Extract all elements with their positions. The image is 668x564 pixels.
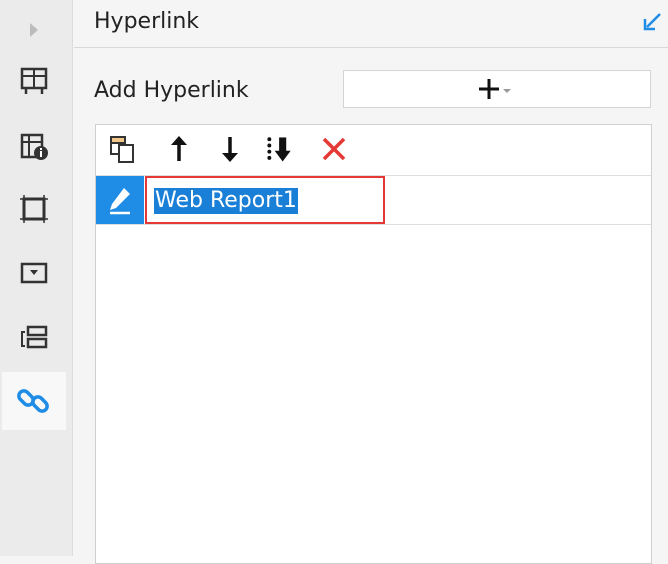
panel-header: Hyperlink [74, 0, 668, 48]
move-to-bottom-button[interactable] [264, 133, 296, 165]
add-hyperlink-button[interactable] [343, 70, 651, 108]
move-up-icon [171, 136, 187, 161]
add-hyperlink-label: Add Hyperlink [94, 78, 249, 103]
hyperlink-panel: Hyperlink Add Hyperlink Web Report1 [74, 0, 668, 564]
delete-button[interactable] [318, 133, 350, 165]
frame-grid-icon [20, 67, 48, 94]
edit-button[interactable] [96, 176, 144, 224]
border-icon [20, 195, 48, 223]
list-item[interactable]: Web Report1 [96, 175, 651, 225]
widget-icon [21, 325, 48, 349]
move-to-bottom-icon [267, 137, 291, 162]
copy-button[interactable] [106, 133, 138, 165]
plus-dropdown-icon [479, 79, 511, 99]
collapse-panel-icon[interactable] [640, 10, 664, 34]
list-toolbar [96, 125, 651, 173]
sidebar [0, 0, 73, 556]
copy-icon [110, 136, 134, 163]
hyperlink-list: Web Report1 [95, 124, 652, 564]
cell-info-icon [20, 133, 48, 160]
sidebar-item-border[interactable] [2, 180, 66, 238]
hyperlink-icon [17, 389, 49, 413]
move-down-button[interactable] [214, 133, 246, 165]
expand-arrow-icon[interactable] [27, 20, 41, 40]
sidebar-item-widget[interactable] [2, 308, 66, 366]
dropdown-icon [20, 262, 48, 284]
hyperlink-name-field[interactable]: Web Report1 [145, 176, 385, 224]
move-up-button[interactable] [163, 133, 195, 165]
sidebar-item-hyperlink[interactable] [2, 372, 66, 430]
delete-icon [322, 137, 346, 161]
sidebar-item-cell-info[interactable] [2, 118, 66, 176]
sidebar-item-dropdown[interactable] [2, 244, 66, 302]
move-down-icon [222, 137, 238, 162]
panel-title: Hyperlink [94, 9, 200, 34]
sidebar-item-frame[interactable] [2, 52, 66, 110]
hyperlink-name: Web Report1 [154, 188, 298, 214]
pencil-icon [110, 188, 130, 215]
